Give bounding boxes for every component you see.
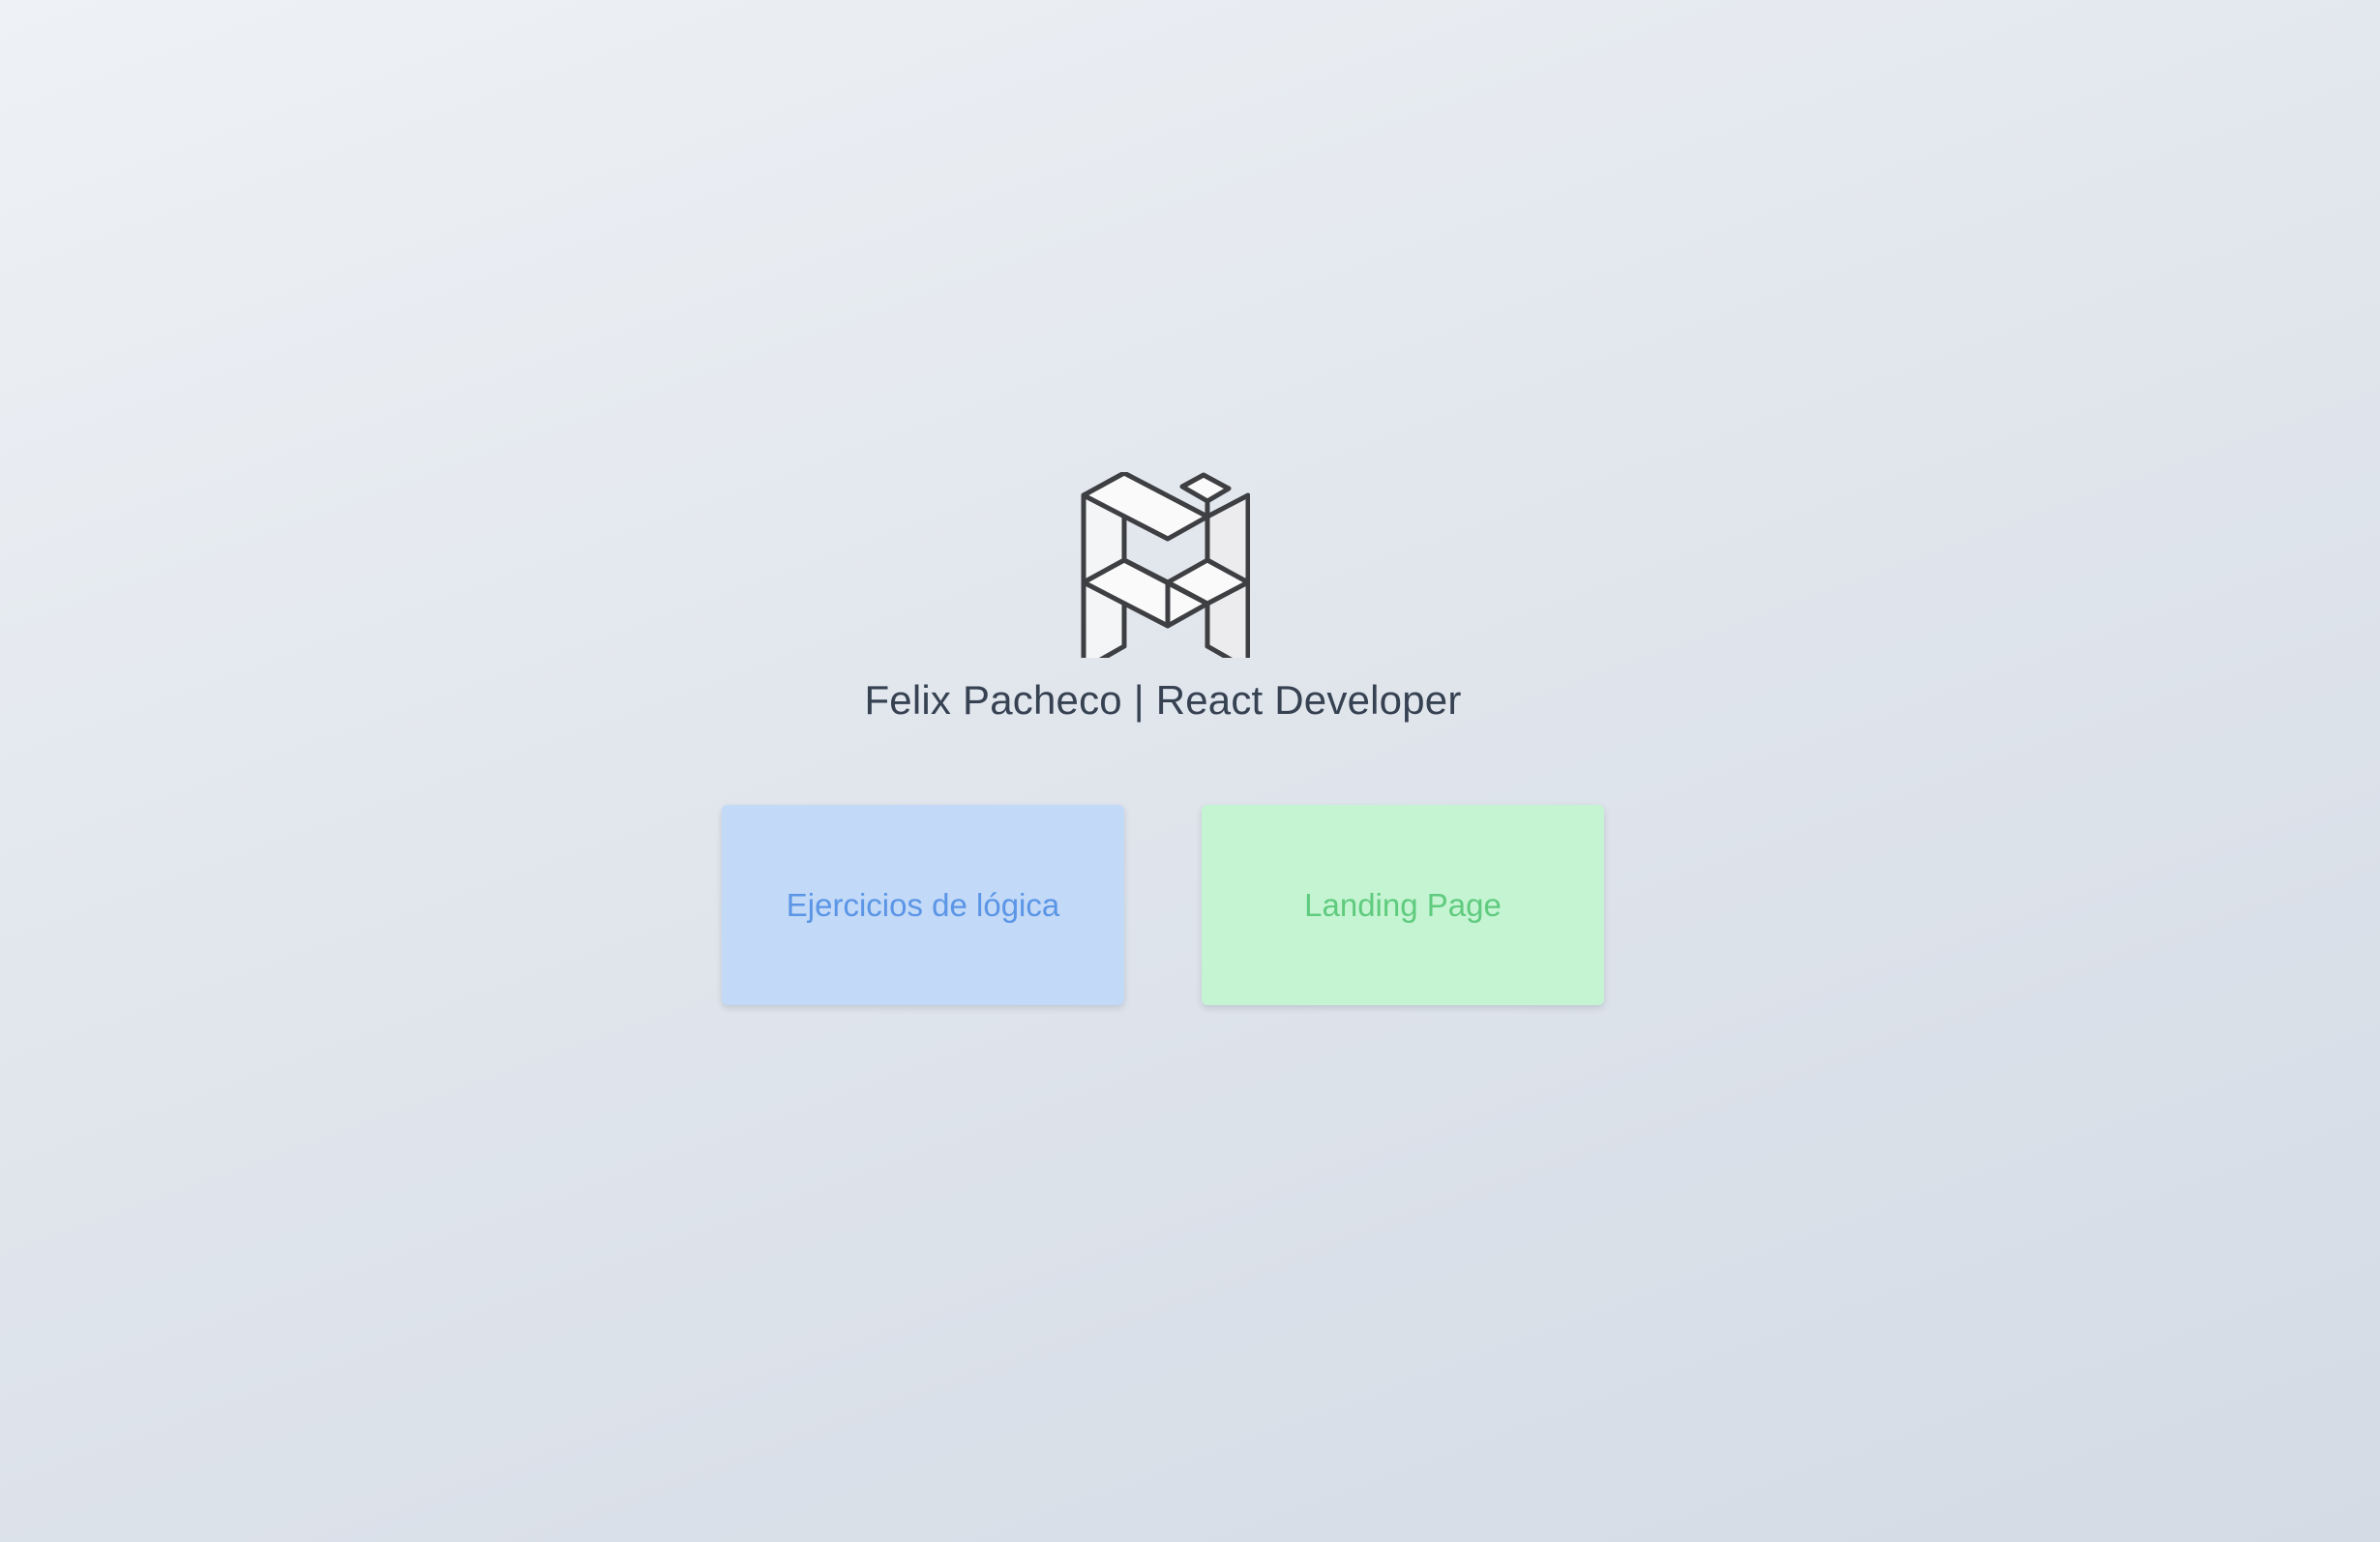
card-label: Landing Page bbox=[1304, 886, 1502, 923]
page-title: Felix Pacheco | React Developer bbox=[864, 677, 1462, 723]
logic-exercises-card[interactable]: Ejercicios de lógica bbox=[722, 805, 1124, 1005]
landing-page-card[interactable]: Landing Page bbox=[1202, 805, 1604, 1005]
geometric-monogram-logo-icon bbox=[1081, 472, 1250, 658]
card-label: Ejercicios de lógica bbox=[786, 886, 1060, 923]
home-page: Felix Pacheco | React Developer Ejercici… bbox=[0, 0, 2380, 1542]
